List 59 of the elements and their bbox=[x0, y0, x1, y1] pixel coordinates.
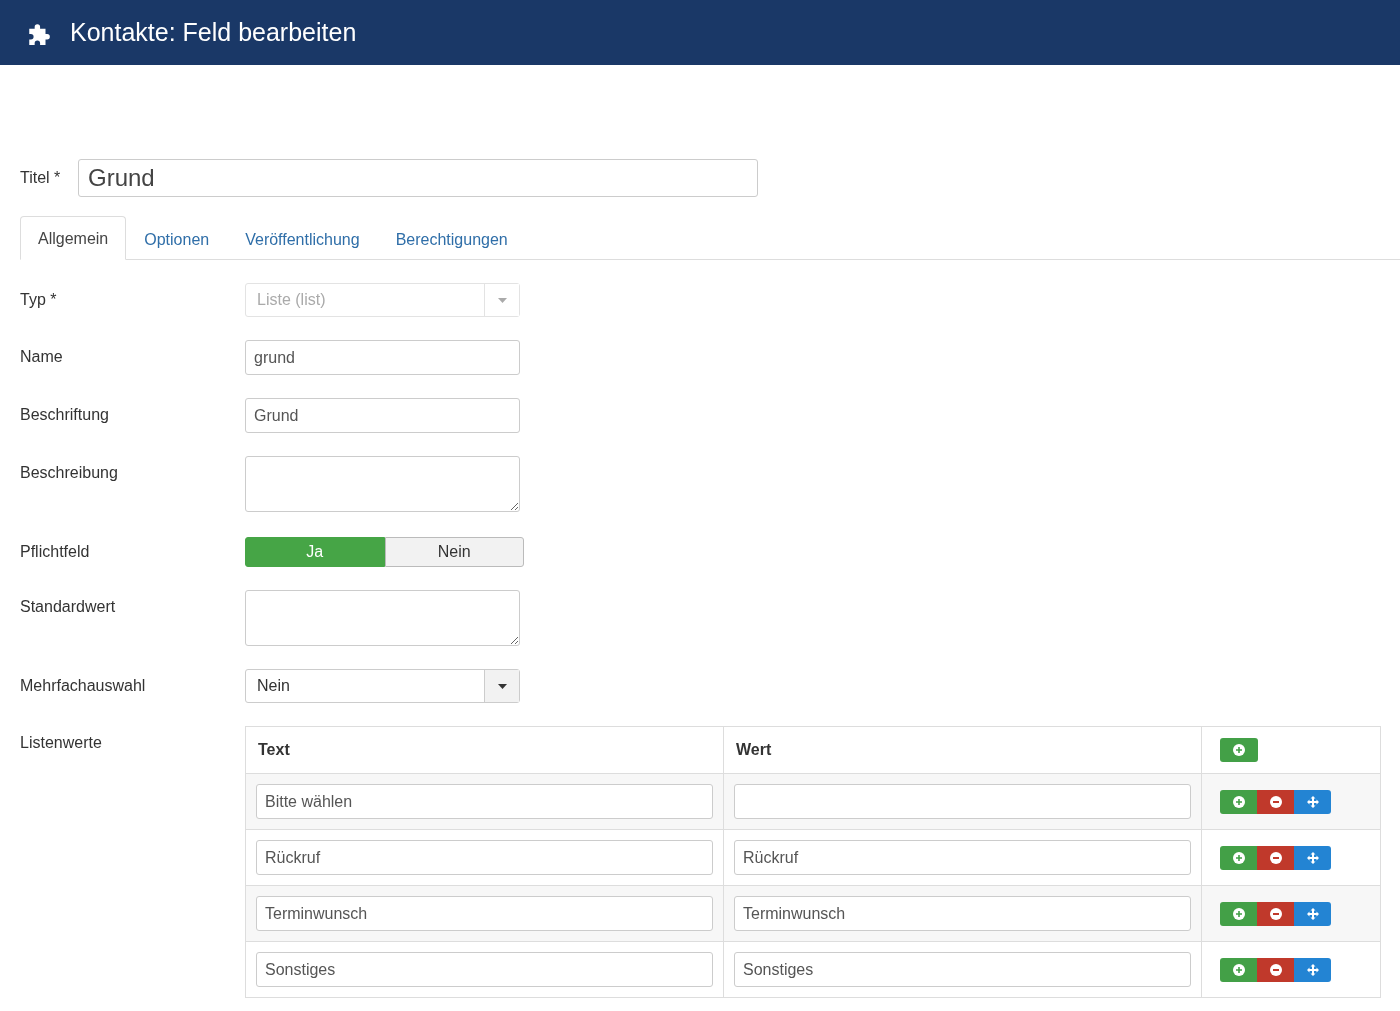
tab[interactable]: Allgemein bbox=[20, 216, 127, 260]
field-label: Standardwert bbox=[20, 597, 117, 616]
move-button[interactable] bbox=[1294, 901, 1331, 926]
remove-button[interactable] bbox=[1257, 957, 1294, 982]
plus-circle-icon bbox=[1232, 963, 1245, 976]
add-button[interactable] bbox=[1220, 845, 1257, 870]
value-input[interactable]: Terminwunsch bbox=[734, 896, 1191, 931]
minus-circle-icon bbox=[1269, 907, 1282, 920]
minus-circle-icon bbox=[1269, 795, 1282, 808]
move-button[interactable] bbox=[1294, 789, 1331, 814]
field-label: Listenwerte bbox=[20, 733, 103, 752]
value-input[interactable] bbox=[734, 784, 1191, 819]
caret-icon bbox=[497, 683, 507, 689]
textarea-field[interactable] bbox=[245, 590, 520, 646]
tab[interactable]: Veröffentlichung bbox=[227, 217, 378, 260]
field-label: Mehrfachauswahl bbox=[20, 676, 147, 695]
plus-circle-icon bbox=[1232, 795, 1245, 808]
field-label: Typ * bbox=[20, 290, 58, 309]
field-label: Pflichtfeld bbox=[20, 542, 91, 561]
field-label: Beschreibung bbox=[20, 463, 119, 482]
text-input[interactable]: Bitte wählen bbox=[256, 784, 713, 819]
text-input[interactable]: Grund bbox=[245, 398, 520, 433]
move-icon bbox=[1306, 963, 1319, 976]
remove-button[interactable] bbox=[1257, 901, 1294, 926]
value-input[interactable]: Sonstiges bbox=[734, 952, 1191, 987]
add-button[interactable] bbox=[1220, 789, 1257, 814]
field-label: Beschriftung bbox=[20, 405, 110, 424]
text-input[interactable]: grund bbox=[245, 340, 520, 375]
move-button[interactable] bbox=[1294, 845, 1331, 870]
caret-icon bbox=[497, 297, 507, 303]
move-icon bbox=[1306, 851, 1319, 864]
title-input[interactable]: Grund bbox=[78, 159, 758, 197]
field-label: Titel * bbox=[20, 169, 62, 187]
minus-circle-icon bbox=[1269, 963, 1282, 976]
move-button[interactable] bbox=[1294, 957, 1331, 982]
plus-circle-icon bbox=[1232, 851, 1245, 864]
tab[interactable]: Berechtigungen bbox=[377, 217, 526, 260]
value-input[interactable]: Rückruf bbox=[734, 840, 1191, 875]
tab[interactable]: Optionen bbox=[126, 217, 228, 260]
toggle-option[interactable]: Nein bbox=[384, 537, 524, 567]
textarea-field[interactable] bbox=[245, 456, 520, 512]
text-input[interactable]: Sonstiges bbox=[256, 952, 713, 987]
column-header: Text bbox=[258, 741, 290, 758]
add-button[interactable] bbox=[1220, 901, 1257, 926]
text-input[interactable]: Rückruf bbox=[256, 840, 713, 875]
page-title: Kontakte: Feld bearbeiten bbox=[70, 18, 357, 47]
minus-circle-icon bbox=[1269, 851, 1282, 864]
plus-circle-icon bbox=[1232, 907, 1245, 920]
remove-button[interactable] bbox=[1257, 789, 1294, 814]
add-button[interactable] bbox=[1220, 738, 1258, 762]
text-input[interactable]: Terminwunsch bbox=[256, 896, 713, 931]
plus-circle-icon bbox=[1233, 744, 1245, 756]
add-button[interactable] bbox=[1220, 957, 1257, 982]
column-header: Wert bbox=[736, 741, 772, 758]
move-icon bbox=[1306, 795, 1319, 808]
move-icon bbox=[1306, 907, 1319, 920]
select-field[interactable]: Nein bbox=[245, 669, 520, 703]
remove-button[interactable] bbox=[1257, 845, 1294, 870]
field-label: Name bbox=[20, 347, 64, 366]
